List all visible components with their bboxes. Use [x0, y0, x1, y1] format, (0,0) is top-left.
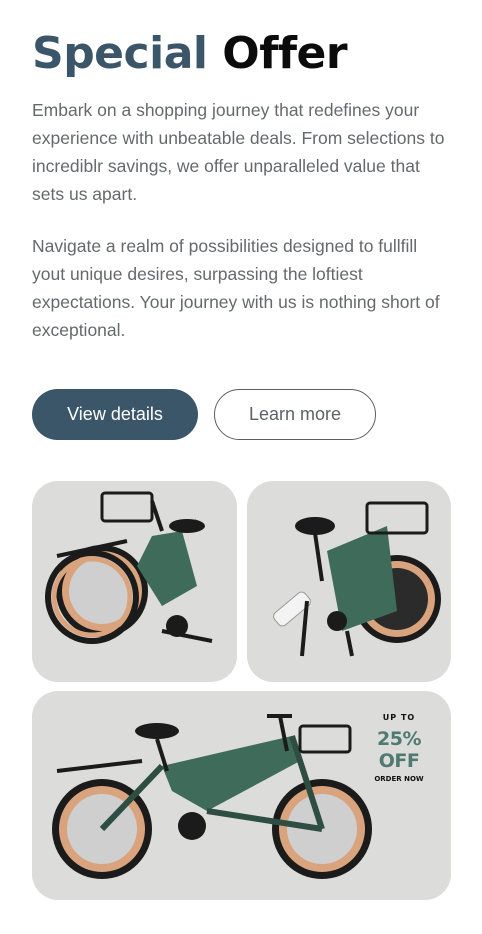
folded-bike-rear-illustration [273, 501, 441, 657]
promo-order-now: ORDER NOW [374, 775, 424, 783]
product-image-folded-bike[interactable] [32, 481, 237, 682]
product-image-folded-bike-rear[interactable] [247, 481, 451, 682]
folded-bike-illustration [45, 491, 213, 644]
promo-discount: 25% OFF [377, 728, 421, 772]
title-word-special: Special [32, 28, 208, 79]
learn-more-button[interactable]: Learn more [214, 389, 376, 440]
view-details-button[interactable]: View details [32, 389, 198, 440]
intro-paragraph: Embark on a shopping journey that redefi… [32, 100, 445, 204]
secondary-paragraph: Navigate a realm of possibilities design… [32, 236, 440, 340]
page-title: Special Offer [32, 28, 348, 80]
promo-badge: UP TO 25% OFF ORDER NOW [354, 713, 444, 783]
title-word-offer: Offer [222, 28, 348, 79]
product-image-full-bike[interactable]: UP TO 25% OFF ORDER NOW [32, 691, 451, 900]
promo-up-to: UP TO [382, 713, 416, 722]
